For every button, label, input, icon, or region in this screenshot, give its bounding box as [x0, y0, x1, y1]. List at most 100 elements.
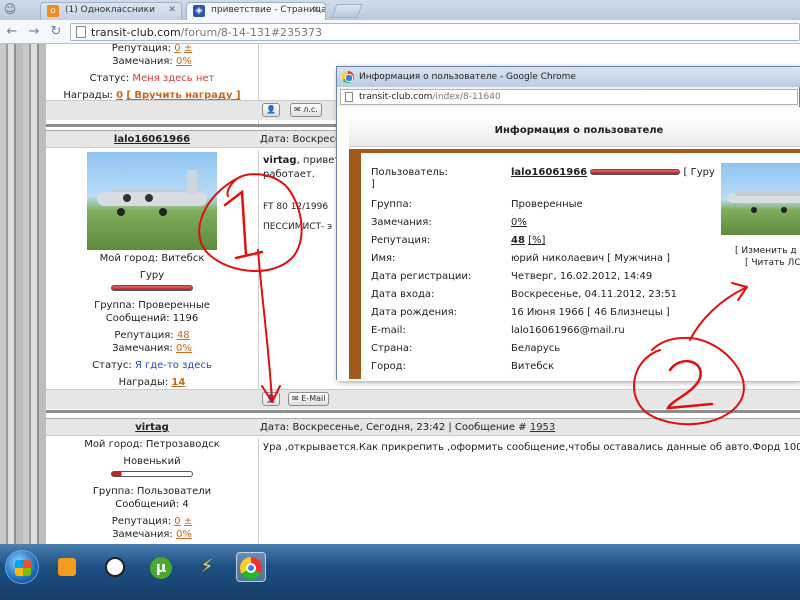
username-link[interactable]: lalo16061966: [511, 167, 587, 178]
popup-heading: Информация о пользователе: [349, 117, 800, 147]
url-text: transit-club.com/forum/8-14-131#235373: [91, 26, 323, 39]
popup-title: Информация о пользователе - Google Chrom…: [359, 72, 576, 82]
reputation-link[interactable]: 0: [174, 44, 180, 54]
browser-toolbar: ← → ↻ transit-club.com/forum/8-14-131#23…: [0, 20, 800, 44]
tab-strip: ☺ о (1) Одноклассники ✕ ◈ приветствие - …: [0, 0, 800, 20]
chrome-icon: [342, 71, 354, 83]
profile-button[interactable]: 👤: [262, 392, 280, 406]
post-content: Ура ,открывается.Как прикрепить ,оформит…: [258, 438, 800, 544]
reputation-plus-link[interactable]: ±: [184, 516, 192, 527]
user-group: Группа: Пользователи: [92, 486, 212, 497]
user-city: Мой город: Витебск: [99, 253, 205, 264]
reputation-history-link[interactable]: [%]: [528, 235, 545, 246]
reputation-plus-link[interactable]: ±: [184, 44, 192, 54]
email-value[interactable]: lalo16061966@mail.ru: [511, 325, 625, 336]
popup-titlebar[interactable]: Информация о пользователе - Google Chrom…: [337, 67, 800, 87]
field-label: Репутация:: [371, 235, 431, 246]
user-city: Мой город: Петрозаводск: [84, 439, 220, 450]
utility-app-icon[interactable]: ⚡: [192, 552, 222, 582]
frame-border: [349, 149, 800, 153]
network-app-icon[interactable]: [100, 552, 130, 582]
forward-icon[interactable]: →: [26, 24, 42, 40]
user-rank: Гуру: [139, 270, 165, 281]
start-button[interactable]: [5, 550, 39, 584]
rank-bar: [111, 285, 193, 291]
post-date: Дата: Воскресе: [260, 134, 342, 145]
profile-button[interactable]: 👤: [262, 103, 280, 117]
field-label: Пользователь:: [371, 167, 449, 178]
remarks-link[interactable]: 0%: [176, 56, 192, 67]
new-tab-button[interactable]: [331, 4, 363, 18]
post-userinfo: Мой город: Витебск Гуру Группа: Проверен…: [46, 150, 258, 390]
taskbar: µ ⚡: [0, 544, 800, 600]
field-label: Замечания:: [371, 217, 432, 228]
remarks-link[interactable]: 0%: [511, 217, 527, 228]
odnoklassniki-icon: о: [47, 5, 59, 17]
post-date: Дата: Воскресенье, Сегодня, 23:42 | Сооб…: [260, 422, 556, 433]
chrome-taskbar-icon[interactable]: [236, 552, 266, 582]
field-value: Беларусь: [511, 343, 561, 354]
reload-icon[interactable]: ↻: [48, 24, 64, 40]
field-value: 16 Июня 1966 [ 46 Близнецы ]: [511, 307, 670, 318]
status-offline: Меня здесь нет: [132, 73, 215, 84]
remarks-link[interactable]: 0%: [176, 529, 192, 540]
close-icon[interactable]: ✕: [168, 5, 176, 15]
post-footer: 👤 ✉ E-Mail: [46, 389, 800, 409]
field-value: Четверг, 16.02.2012, 14:49: [511, 271, 653, 282]
quote-author[interactable]: virtag: [263, 155, 297, 166]
back-icon[interactable]: ←: [4, 24, 20, 40]
popup-address-bar[interactable]: transit-club.com/index/8-11640: [340, 89, 798, 105]
windows-icon: [15, 560, 31, 576]
frame-border: [349, 149, 361, 379]
email-button[interactable]: ✉ E-Mail: [288, 392, 330, 406]
tab-greeting[interactable]: ◈ приветствие - Страница 1 ✕: [186, 2, 326, 20]
avatar: [87, 152, 217, 250]
page-icon: [345, 92, 353, 102]
field-label: E-mail:: [371, 325, 406, 336]
rank-bar: [111, 471, 193, 477]
field-value: Витебск: [511, 361, 555, 372]
field-value: Воскресенье, 04.11.2012, 23:51: [511, 289, 678, 300]
user-profile-icon[interactable]: ☺: [2, 2, 18, 18]
user-messages: Сообщений: 1196: [105, 313, 199, 324]
message-number-link[interactable]: 1953: [530, 422, 555, 433]
field-label: Дата регистрации:: [371, 271, 472, 282]
user-photo: [721, 163, 800, 235]
field-value: lalo16061966 [ Гуру: [511, 167, 715, 178]
post-author-link[interactable]: virtag: [46, 422, 258, 433]
decorative-rail: [0, 44, 46, 544]
post-author-link[interactable]: lalo16061966: [46, 134, 258, 145]
read-pm-link[interactable]: [ Читать ЛС: [745, 257, 800, 269]
edit-profile-link[interactable]: [ Изменить д: [735, 245, 800, 257]
user-messages: Сообщений: 4: [115, 499, 189, 510]
page-icon: [76, 26, 86, 38]
reputation-link[interactable]: 48: [177, 330, 190, 341]
field-value: 48 [%]: [511, 235, 545, 246]
forum-icon: ◈: [193, 5, 205, 17]
pm-button[interactable]: ✉ л.с.: [290, 103, 322, 117]
reputation-link[interactable]: 0: [174, 516, 180, 527]
field-label: Имя:: [371, 253, 396, 264]
field-label: Дата рождения:: [371, 307, 458, 318]
utorrent-icon[interactable]: µ: [146, 552, 176, 582]
status-online: Я где-то здесь: [134, 360, 212, 371]
remarks-link[interactable]: 0%: [176, 343, 192, 354]
reputation-link[interactable]: 48: [511, 235, 525, 246]
address-bar[interactable]: transit-club.com/forum/8-14-131#235373: [70, 23, 800, 41]
close-icon[interactable]: ✕: [312, 5, 320, 15]
profile-links: [ Изменить д [ Читать ЛС: [735, 245, 800, 269]
tab-odnoklassniki[interactable]: о (1) Одноклассники ✕: [40, 2, 182, 20]
rank-bar: [590, 169, 681, 175]
user-rank: Новенький: [123, 456, 181, 467]
media-player-icon[interactable]: [52, 552, 82, 582]
field-value: ]: [371, 179, 375, 190]
user-info-popup: Информация о пользователе - Google Chrom…: [336, 66, 800, 381]
post-text: Ура ,открывается.Как прикрепить ,оформит…: [263, 442, 800, 453]
popup-body: Информация о пользователе Пользователь: …: [337, 107, 800, 381]
field-label: Город:: [371, 361, 406, 372]
tab-label: приветствие - Страница 1: [211, 5, 326, 15]
post-header: virtag Дата: Воскресенье, Сегодня, 23:42…: [46, 418, 800, 436]
tab-label: (1) Одноклассники: [65, 5, 155, 15]
awards-count-link[interactable]: 14: [171, 377, 185, 388]
field-value: Проверенные: [511, 199, 583, 210]
